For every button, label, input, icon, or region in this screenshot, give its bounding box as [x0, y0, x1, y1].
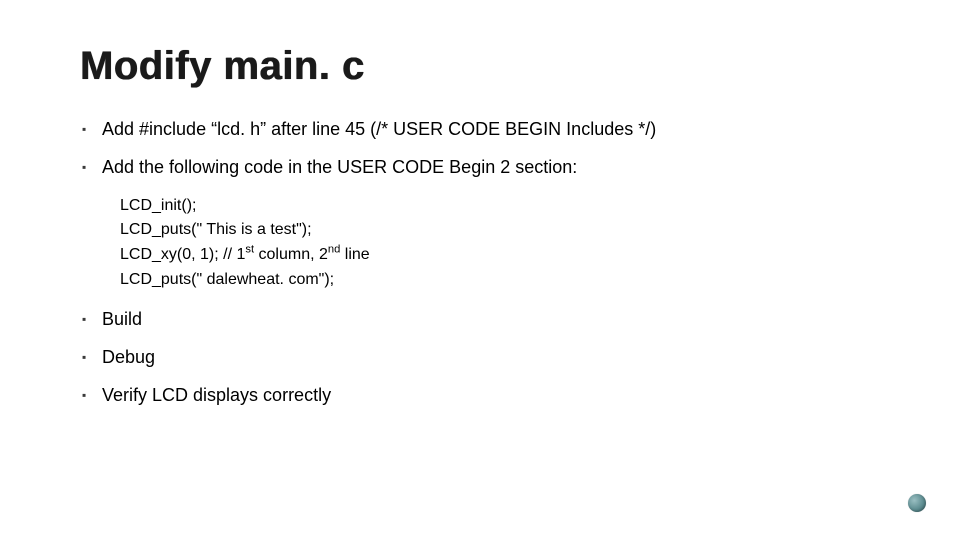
- bullet-item: Debug: [80, 345, 880, 369]
- bullet-text: Verify LCD displays correctly: [102, 385, 331, 405]
- code-line: LCD_puts(" dalewheat. com");: [120, 268, 880, 293]
- code-text: line: [340, 246, 369, 263]
- bullet-text: Add the following code in the USER CODE …: [102, 157, 577, 177]
- bullet-text: Build: [102, 309, 142, 329]
- code-line: LCD_init();: [120, 194, 880, 219]
- bullet-text: Add #include “lcd. h” after line 45 (/* …: [102, 119, 656, 139]
- code-text: LCD_xy(0, 1); // 1: [120, 246, 245, 263]
- code-line: LCD_puts(" This is a test");: [120, 218, 880, 243]
- bullet-item: Verify LCD displays correctly: [80, 383, 880, 407]
- bullet-item: Add #include “lcd. h” after line 45 (/* …: [80, 117, 880, 141]
- bullet-item: Add the following code in the USER CODE …: [80, 155, 880, 179]
- bullet-list: Add #include “lcd. h” after line 45 (/* …: [80, 117, 880, 408]
- superscript: st: [245, 244, 254, 256]
- bullet-item: Build: [80, 307, 880, 331]
- superscript: nd: [328, 244, 340, 256]
- code-line: LCD_xy(0, 1); // 1st column, 2nd line: [120, 243, 880, 268]
- code-block: LCD_init(); LCD_puts(" This is a test");…: [120, 194, 880, 293]
- bullet-text: Debug: [102, 347, 155, 367]
- slide-title: Modify main. c: [80, 44, 880, 89]
- decorative-dot-icon: [908, 494, 926, 512]
- code-text: column, 2: [254, 246, 328, 263]
- slide: Modify main. c Add #include “lcd. h” aft…: [0, 0, 960, 540]
